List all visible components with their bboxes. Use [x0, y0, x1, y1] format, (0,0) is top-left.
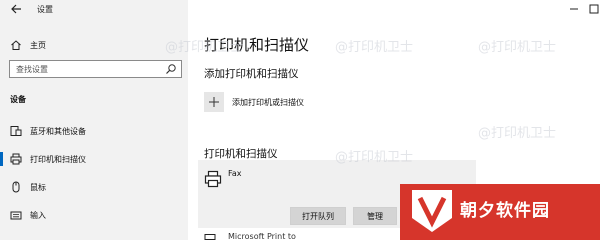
- maximize-icon[interactable]: [584, 2, 600, 16]
- device-name: Microsoft Print to PDF: [228, 232, 296, 240]
- title-bar: 设置: [0, 0, 188, 18]
- device-name: Fax: [228, 169, 242, 178]
- brand-text: 朝夕软件园: [460, 201, 550, 221]
- section-header: 设备: [10, 95, 26, 104]
- watermark: @打印机卫士: [335, 150, 414, 165]
- home-nav-item[interactable]: 主页: [10, 38, 180, 52]
- watermark: @打印机卫士: [335, 40, 414, 55]
- brand-logo-icon: [412, 190, 452, 232]
- watermark: @打印机卫士: [165, 40, 244, 55]
- watermark: @打印机卫士: [478, 40, 557, 55]
- sidebar-item-label: 输入: [30, 210, 46, 220]
- add-printer-button[interactable]: 添加打印机或扫描仪: [204, 92, 304, 112]
- minimize-icon[interactable]: [564, 2, 584, 16]
- bluetooth-device-icon: [10, 126, 22, 136]
- sidebar-item-bluetooth[interactable]: 蓝牙和其他设备: [0, 122, 188, 140]
- printer-icon: [10, 153, 22, 165]
- keyboard-icon: [10, 211, 22, 220]
- watermark: @打印机卫士: [478, 126, 557, 141]
- sidebar-item-label: 打印机和扫描仪: [30, 154, 86, 164]
- search-placeholder: 查找设置: [16, 65, 48, 74]
- sidebar-item-input[interactable]: 输入: [0, 206, 188, 224]
- add-printer-label: 添加打印机或扫描仪: [232, 97, 304, 107]
- manage-button[interactable]: 管理: [353, 207, 397, 225]
- sidebar-item-label: 鼠标: [30, 182, 46, 192]
- printer-icon: [204, 234, 216, 240]
- home-label: 主页: [30, 40, 46, 50]
- brand-overlay: 朝夕软件园: [400, 184, 600, 240]
- back-arrow-icon[interactable]: [9, 2, 23, 16]
- search-input[interactable]: 查找设置: [9, 60, 182, 78]
- app-title: 设置: [37, 5, 53, 14]
- sidebar: 设置 主页 查找设置 设备 蓝牙和其他设备 打印机和扫描仪 鼠标 输入: [0, 0, 188, 240]
- open-queue-button[interactable]: 打开队列: [290, 207, 346, 225]
- sidebar-item-mouse[interactable]: 鼠标: [0, 178, 188, 196]
- search-icon[interactable]: [165, 63, 177, 75]
- device-item-next[interactable]: Microsoft Print to PDF: [200, 232, 300, 240]
- home-icon: [11, 40, 21, 50]
- sidebar-item-printers[interactable]: 打印机和扫描仪: [0, 150, 188, 168]
- plus-icon: [204, 92, 224, 112]
- add-section-header: 添加打印机和扫描仪: [204, 68, 299, 80]
- mouse-icon: [12, 181, 20, 193]
- printers-list-header: 打印机和扫描仪: [204, 148, 278, 160]
- sidebar-item-label: 蓝牙和其他设备: [30, 126, 86, 136]
- printer-icon: [204, 170, 222, 188]
